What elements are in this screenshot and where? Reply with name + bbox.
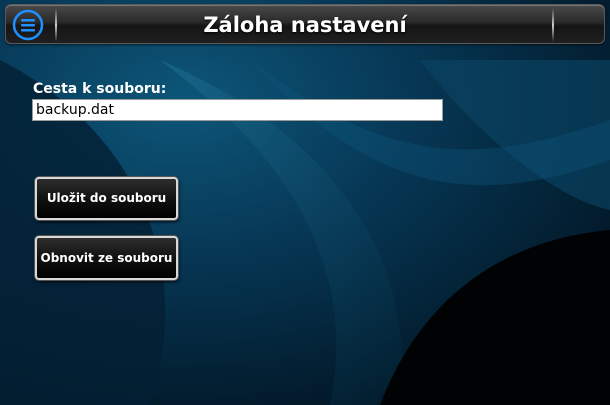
file-path-label: Cesta k souboru: xyxy=(33,81,167,97)
title-separator-right xyxy=(552,8,554,42)
page-title: Záloha nastavení xyxy=(203,13,407,37)
backup-settings-screen: Záloha nastavení Cesta k souboru: Uložit… xyxy=(0,0,610,405)
save-to-file-button[interactable]: Uložit do souboru xyxy=(35,177,178,220)
restore-from-file-button[interactable]: Obnovit ze souboru xyxy=(35,236,178,280)
title-bar: Záloha nastavení xyxy=(5,4,605,44)
file-path-input[interactable] xyxy=(32,99,443,121)
